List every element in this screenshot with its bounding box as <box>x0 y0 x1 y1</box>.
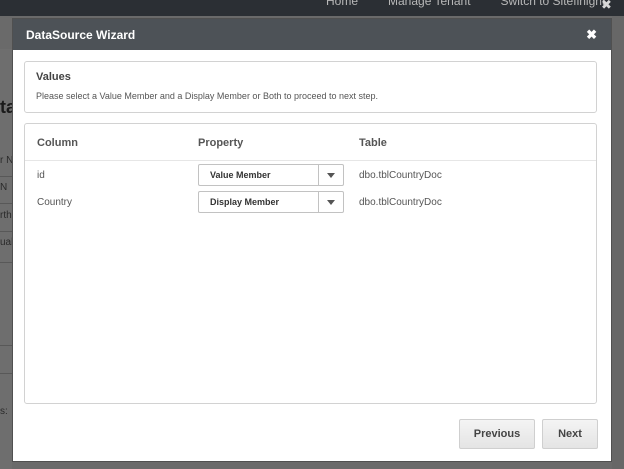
table-row: id Value Member dbo.tblCountryDoc <box>25 161 596 188</box>
background-divider <box>0 231 12 232</box>
row-column-name: id <box>37 170 45 181</box>
background-nav-switch: Switch to Sitefinight <box>500 0 606 8</box>
next-button[interactable]: Next <box>542 419 598 449</box>
row-column-name: Country <box>37 197 73 208</box>
property-select-id[interactable]: Value Member <box>198 164 344 186</box>
close-icon[interactable]: ✖ <box>586 27 597 43</box>
chevron-down-icon[interactable] <box>318 165 343 185</box>
column-header-property: Property <box>198 137 244 149</box>
property-select-country[interactable]: Display Member <box>198 191 344 213</box>
background-divider <box>0 345 12 346</box>
background-divider <box>0 262 12 263</box>
previous-button[interactable]: Previous <box>459 419 535 449</box>
background-text-fragment: N <box>0 182 8 193</box>
background-divider <box>0 373 12 374</box>
background-close-icon: ✖ <box>601 0 612 12</box>
property-select-value: Value Member <box>210 170 271 180</box>
table-header-row: Column Property Table <box>25 124 596 161</box>
background-divider <box>0 176 12 177</box>
property-select-value: Display Member <box>210 197 280 207</box>
row-table-name: dbo.tblCountryDoc <box>359 170 442 181</box>
mapping-table: Column Property Table id Value Member db… <box>24 123 597 404</box>
background-right-strip <box>612 16 624 469</box>
background-nav-manage-tenant: Manage Tenant <box>388 0 471 8</box>
background-nav: HomeManage TenantSwitch to SitefinightWo <box>326 0 624 8</box>
values-instruction: Please select a Value Member and a Displ… <box>36 91 379 101</box>
row-table-name: dbo.tblCountryDoc <box>359 197 442 208</box>
dialog-header: DataSource Wizard ✖ <box>13 19 611 50</box>
dialog-title: DataSource Wizard <box>26 27 136 42</box>
background-top-bar: HomeManage TenantSwitch to SitefinightWo… <box>0 0 624 16</box>
background-nav-home: Home <box>326 0 359 8</box>
values-heading: Values <box>36 71 71 83</box>
column-header-column: Column <box>37 137 78 149</box>
background-text-fragment: s: <box>0 406 8 417</box>
chevron-down-icon[interactable] <box>318 192 343 212</box>
table-row: Country Display Member dbo.tblCountryDoc <box>25 188 596 215</box>
background-divider <box>0 203 12 204</box>
column-header-table: Table <box>359 137 387 149</box>
datasource-wizard-dialog: DataSource Wizard ✖ Values Please select… <box>12 18 612 462</box>
values-panel: Values Please select a Value Member and … <box>24 61 597 113</box>
background-text-fragment: rth <box>0 210 12 221</box>
